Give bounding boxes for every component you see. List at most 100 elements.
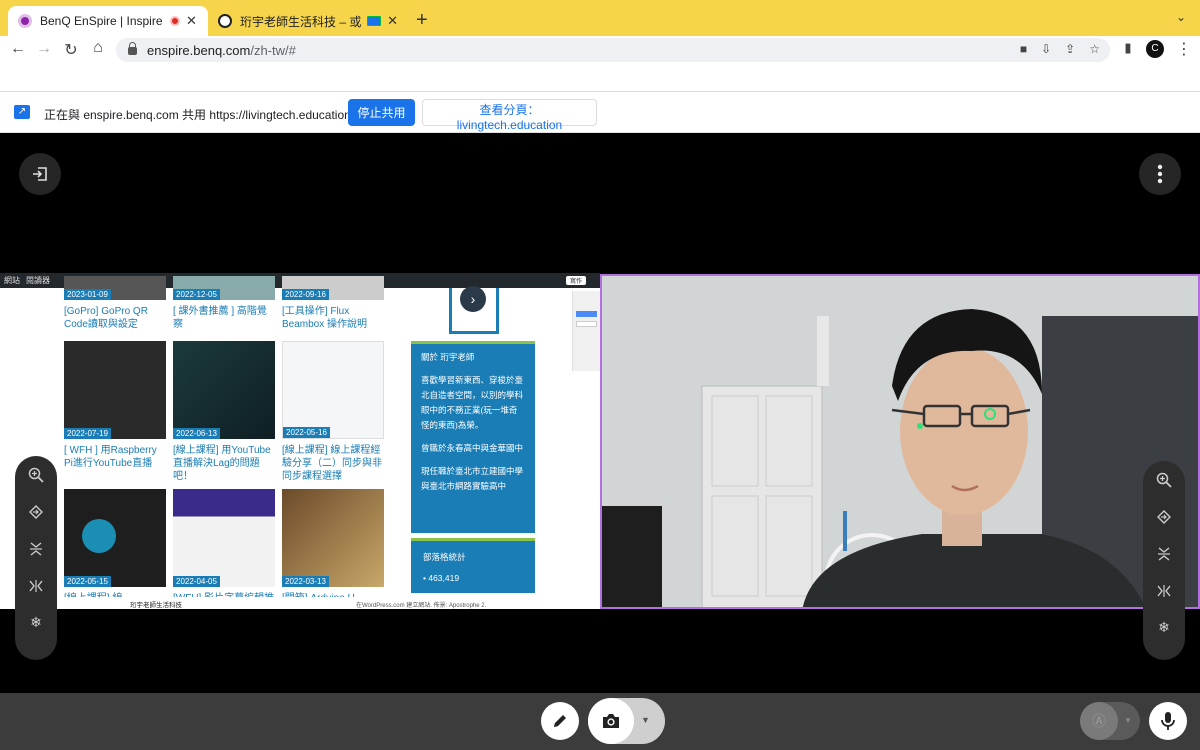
capture-options-caret-icon[interactable]: ▼ (641, 715, 650, 725)
flip-horizontal-icon (29, 579, 43, 592)
post-title[interactable]: [線上課程] 用YouTube直播解決Lag的問題吧！ (173, 444, 275, 483)
pen-icon (554, 715, 566, 727)
camera-feed-image (602, 276, 1198, 607)
post-title[interactable]: [ 課外書推薦 ] 高階覺察 (173, 305, 275, 331)
back-arrow-icon[interactable]: ← (6, 40, 30, 58)
post-title[interactable]: [GoPro] GoPro QR Code讀取與設定 (64, 305, 166, 331)
flip-vertical-icon (1158, 546, 1170, 561)
post-date: 2022-05-15 (64, 576, 111, 587)
address-bar[interactable]: enspire.benq.com/zh-tw/# ■ ⇩ ⇪ ☆ (116, 38, 1110, 62)
tab-sharing-bar: ↗ 正在與 enspire.benq.com 共用 https://living… (0, 92, 1200, 133)
new-tab-button[interactable]: + (416, 9, 428, 32)
capture-button[interactable] (588, 698, 634, 744)
zoom-in-button[interactable] (15, 456, 57, 493)
post-card[interactable]: 2022-07-19 [ WFH ] 用Raspberry Pi進行YouTub… (64, 341, 166, 470)
about-text: 喜歡學習新東西、穿梭於臺北自造者空間，以別的學科眼中的不務正業(玩一堆奇怪的東西… (421, 375, 524, 430)
flip-vertical-icon (30, 541, 42, 556)
write-button[interactable]: 寫作 (565, 276, 586, 285)
url-path: /zh-tw/# (250, 42, 296, 58)
close-tab-icon[interactable]: ✕ (387, 13, 398, 29)
ai-button[interactable]: Ⓐ (1080, 702, 1118, 740)
post-card[interactable]: 2022-05-15 [線上課程] 線 (64, 489, 166, 605)
home-icon[interactable]: ⌂ (86, 39, 110, 57)
footer-site-name: 珩宇老師生活科技 (130, 602, 182, 609)
enspire-stage: 網站 閱讀器 寫作 2023-01-09 [GoPro] GoPro QR Co… (0, 133, 1200, 693)
admin-bar-item: 網站 (4, 276, 20, 285)
freeze-button[interactable]: ❄ (1143, 609, 1185, 646)
sharing-indicator-icon (367, 16, 382, 26)
post-card[interactable]: 2022-05-16 [線上課程] 線上課程經驗分享（二）同步與非同步課程選擇 (282, 341, 384, 483)
view-tab-button[interactable]: 查看分頁：livingtech.education (422, 99, 597, 132)
close-tab-icon[interactable]: ✕ (186, 13, 197, 29)
camera-permission-icon[interactable]: ■ (1020, 42, 1027, 56)
post-card[interactable]: 2022-06-13 [線上課程] 用YouTube直播解決Lag的問題吧！ (173, 341, 275, 483)
post-date: 2022-05-16 (283, 427, 330, 438)
post-card[interactable]: 2022-04-05 [WFH] 影片字幕編輯推 (173, 489, 275, 605)
flip-vertical-button[interactable] (15, 530, 57, 567)
forward-arrow-icon[interactable]: → (32, 40, 56, 58)
profile-avatar[interactable]: C (1146, 40, 1164, 58)
bottom-control-bar: ▼ Ⓐ ▼ (0, 693, 1200, 750)
share-page-icon[interactable]: ⇪ (1065, 42, 1075, 56)
post-card[interactable]: 2022-03-13 [開箱] Arduino U (282, 489, 384, 605)
post-card[interactable]: 2022-09-16 [工具操作] Flux Beambox 操作說明 (282, 276, 384, 331)
admin-bar-item: 閱讀器 (26, 276, 50, 285)
zoom-in-button[interactable] (1143, 461, 1185, 498)
flip-vertical-button[interactable] (1143, 535, 1185, 572)
browser-menu-icon[interactable]: ⋮ (1172, 39, 1196, 59)
camera-feed[interactable] (600, 274, 1200, 609)
post-date: 2022-06-13 (173, 428, 220, 439)
enspire-favicon-icon (18, 14, 32, 28)
install-app-icon[interactable]: ⇩ (1041, 42, 1051, 56)
ai-options-caret-icon[interactable]: ▼ (1124, 716, 1132, 725)
left-view-toolbar: ❄ (15, 456, 57, 660)
exit-icon (33, 167, 47, 181)
exit-button[interactable] (19, 153, 61, 195)
url-host: enspire.benq.com (147, 42, 251, 58)
post-date: 2023-01-09 (64, 289, 111, 300)
post-title[interactable]: [ WFH ] 用Raspberry Pi進行YouTube直播 (64, 444, 166, 470)
lock-icon (128, 42, 137, 55)
rotate-button[interactable] (15, 493, 57, 530)
post-date: 2022-03-13 (282, 576, 329, 587)
flip-horizontal-button[interactable] (15, 567, 57, 604)
stop-sharing-button[interactable]: 停止共用 (348, 99, 415, 126)
tab-search-chevron-icon[interactable]: ⌄ (1176, 10, 1186, 24)
tab-benq-enspire[interactable]: BenQ EnSpire | Inspire peo ✕ (8, 6, 208, 36)
stats-title: 部落格統計 (423, 552, 466, 562)
more-vertical-icon (1157, 164, 1163, 184)
freeze-icon: ❄ (1158, 619, 1170, 635)
reload-icon[interactable]: ↻ (59, 40, 83, 60)
about-text: 現任職於臺北市立建國中學與臺北市網路實驗高中 (421, 466, 524, 491)
rotate-icon (29, 504, 43, 519)
shared-tab-view[interactable]: 網站 閱讀器 寫作 2023-01-09 [GoPro] GoPro QR Co… (0, 273, 600, 609)
flip-horizontal-button[interactable] (1143, 572, 1185, 609)
next-arrow-button[interactable]: › (460, 286, 486, 312)
post-date: 2022-04-05 (173, 576, 220, 587)
microphone-button[interactable] (1149, 702, 1187, 740)
post-thumbnail-logo (82, 519, 116, 553)
ai-button-group: Ⓐ ▼ (1080, 702, 1140, 740)
post-date: 2022-07-19 (64, 428, 111, 439)
post-card[interactable]: 2022-12-05 [ 課外書推薦 ] 高階覺察 (173, 276, 275, 331)
post-title[interactable]: [線上課程] 線上課程經驗分享（二）同步與非同步課程選擇 (282, 444, 384, 483)
site-footer: 珩宇老師生活科技 在WordPress.com 建立網站. 佈景: Apostr… (0, 597, 600, 609)
mic-icon (1161, 712, 1175, 730)
post-title[interactable]: [工具操作] Flux Beambox 操作說明 (282, 305, 384, 331)
post-card[interactable]: 2023-01-09 [GoPro] GoPro QR Code讀取與設定 (64, 276, 166, 331)
more-options-button[interactable] (1139, 153, 1181, 195)
browser-tab-strip: BenQ EnSpire | Inspire peo ✕ 珩宇老師生活科技 – … (0, 0, 1200, 36)
zoom-in-icon (1156, 472, 1172, 488)
tab-livingtech[interactable]: 珩宇老師生活科技 – 或是水 ✕ (208, 6, 408, 36)
post-date: 2022-09-16 (282, 289, 329, 300)
annotate-button[interactable] (541, 702, 579, 740)
side-panel-icon[interactable]: ▮ (1116, 40, 1140, 56)
bookmark-star-icon[interactable]: ☆ (1089, 42, 1100, 56)
rotate-button[interactable] (1143, 498, 1185, 535)
wordpress-favicon-icon (218, 14, 232, 28)
post-date: 2022-12-05 (173, 289, 220, 300)
about-text: 曾職於永春高中與金華國中 (421, 443, 524, 453)
about-title: 關於 珩宇老師 (421, 352, 475, 362)
freeze-button[interactable]: ❄ (15, 604, 57, 641)
side-popup-fragment (572, 291, 600, 371)
